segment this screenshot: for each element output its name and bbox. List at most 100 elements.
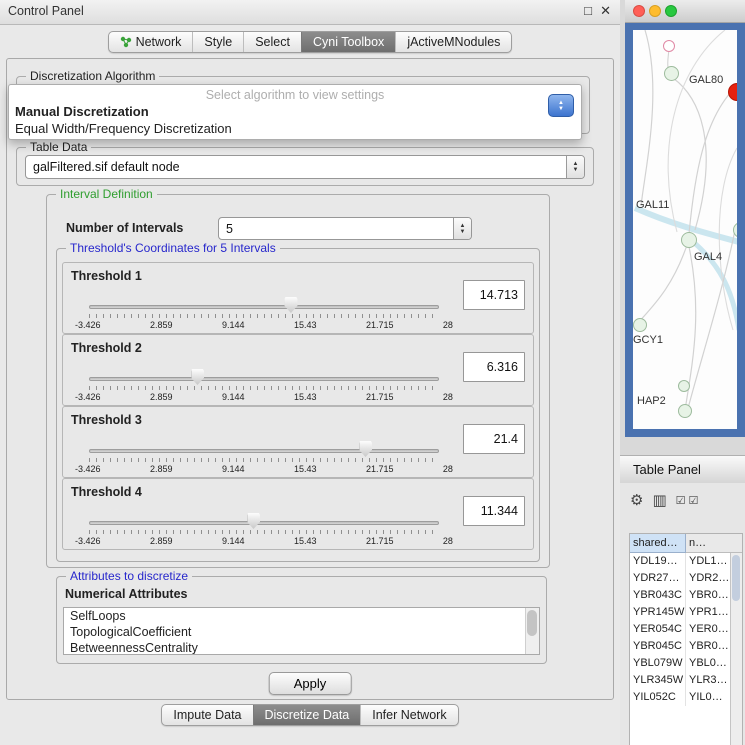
table-data-stepper[interactable]: ▲ ▼ [566,156,584,178]
table-scrollbar[interactable] [730,553,742,745]
scale-label: 21.715 [366,320,394,330]
scale-label: -3.426 [75,464,101,474]
tab-jactivemnodules[interactable]: jActiveMNodules [395,32,511,52]
threshold-2-slider-thumb[interactable] [191,369,204,385]
threshold-1-slider[interactable]: -3.426 2.859 9.144 15.43 21.715 28 [89,305,439,309]
numerical-attributes-label: Numerical Attributes [65,587,187,601]
threshold-4-value-field[interactable] [463,496,525,526]
tab-impute-data[interactable]: Impute Data [162,705,252,725]
cell[interactable]: YBR045C [630,638,686,655]
threshold-1-slider-thumb[interactable] [284,297,297,313]
network-node[interactable] [678,380,690,392]
scale-label: 15.43 [294,320,317,330]
slider-track[interactable] [89,377,439,381]
tab-select-label: Select [255,35,290,49]
threshold-3-slider-thumb[interactable] [359,441,372,457]
attributes-scrollbar[interactable] [525,608,539,654]
list-item[interactable]: BetweennessCentrality [64,640,539,655]
network-node-gal80[interactable] [664,66,679,81]
node-label: GCY1 [633,334,663,346]
threshold-3-value-field[interactable] [463,424,525,454]
threshold-3-slider[interactable]: -3.426 2.859 9.144 15.43 21.715 28 [89,449,439,453]
table-row[interactable]: YDR27… YDR2… [630,570,742,587]
close-traffic-light-icon[interactable] [633,5,645,17]
algorithm-option-manual-discretization[interactable]: Manual Discretization [9,104,581,119]
threshold-1-panel: Threshold 1 -3.426 2.859 9.144 15.43 21.… [62,262,534,334]
list-item[interactable]: SelfLoops [64,608,539,624]
cell[interactable]: YDR27… [630,570,686,587]
slider-track[interactable] [89,449,439,453]
table-data-combo[interactable]: galFiltered.sif default node ▲ ▼ [25,155,585,179]
minimize-traffic-light-icon[interactable] [649,5,661,17]
list-item[interactable]: TopologicalCoefficient [64,624,539,640]
table-row[interactable]: YPR145W YPR1… [630,604,742,621]
cell[interactable]: YBL079W [630,655,686,672]
node-label: HAP2 [637,395,666,407]
slider-track[interactable] [89,305,439,309]
table-row[interactable]: YER054C YER0… [630,621,742,638]
node-label: GAL11 [636,199,669,211]
scale-label: -3.426 [75,392,101,402]
cell[interactable]: YBR043C [630,587,686,604]
number-of-intervals-combo[interactable]: 5 ▲ ▼ [218,217,472,240]
threshold-2-panel: Threshold 2 -3.426 2.859 9.144 15.43 21.… [62,334,534,406]
network-node-gcy1[interactable] [633,318,647,332]
cell[interactable]: YLR345W [630,672,686,689]
scale-label: 15.43 [294,464,317,474]
slider-track[interactable] [89,521,439,525]
table-panel-title: Table Panel [633,462,701,477]
scale-label: 9.144 [222,464,245,474]
tab-discretize-data[interactable]: Discretize Data [253,705,361,725]
table-row[interactable]: YBR043C YBR0… [630,587,742,604]
table-row[interactable]: YIL052C YIL0… [630,689,742,706]
number-of-intervals-stepper[interactable]: ▲ ▼ [453,218,471,239]
network-node[interactable] [663,40,675,52]
control-panel: Control Panel □ ✕ Network Style [0,0,620,745]
cell[interactable]: YPR145W [630,604,686,621]
scale-label: 21.715 [366,392,394,402]
network-node-gal4[interactable] [681,232,697,248]
slider-scale: -3.426 2.859 9.144 15.43 21.715 28 [75,392,453,402]
cell[interactable]: YIL052C [630,689,686,706]
table-row[interactable]: YBR045C YBR0… [630,638,742,655]
tab-cyni-toolbox[interactable]: Cyni Toolbox [301,32,395,52]
tab-style[interactable]: Style [192,32,243,52]
zoom-traffic-light-icon[interactable] [665,5,677,17]
algorithm-option-equal-width-frequency[interactable]: Equal Width/Frequency Discretization [9,121,581,136]
threshold-4-slider-thumb[interactable] [247,513,260,529]
threshold-4-slider[interactable]: -3.426 2.859 9.144 15.43 21.715 28 [89,521,439,525]
network-canvas[interactable]: GAL80 GAL11 GAL4 GCY1 HAP2 [633,30,737,429]
scale-label: 2.859 [150,392,173,402]
float-window-icon[interactable]: □ [584,3,592,18]
table-row[interactable]: YBL079W YBL0… [630,655,742,672]
select-all-checkbox-icon[interactable]: ☑ [676,493,686,509]
threshold-4-label: Threshold 4 [71,485,142,499]
tab-select[interactable]: Select [243,32,301,52]
network-node-hap2[interactable] [678,404,692,418]
tab-network[interactable]: Network [109,32,193,52]
gear-icon[interactable]: ⚙ [630,493,643,509]
tab-infer-network[interactable]: Infer Network [360,705,457,725]
select-none-checkbox-icon[interactable]: ☑ [689,493,699,509]
column-header-name[interactable]: n… [686,534,742,553]
scale-label: 2.859 [150,536,173,546]
table-scrollbar-thumb[interactable] [732,555,740,601]
table-panel-header[interactable]: Table Panel [620,455,745,484]
table-row[interactable]: YDL19… YDL1… [630,553,742,570]
cell[interactable]: YER054C [630,621,686,638]
threshold-1-value-field[interactable] [463,280,525,310]
attributes-group: Attributes to discretize Numerical Attri… [56,576,547,664]
attributes-scrollbar-thumb[interactable] [527,610,537,636]
scale-label: 21.715 [366,536,394,546]
table-row[interactable]: YLR345W YLR3… [630,672,742,689]
close-icon[interactable]: ✕ [600,3,611,19]
cell[interactable]: YDL19… [630,553,686,570]
threshold-2-value-field[interactable] [463,352,525,382]
threshold-4-panel: Threshold 4 -3.426 2.859 9.144 15.43 21.… [62,478,534,550]
columns-icon[interactable]: ▥ [652,493,666,509]
scale-label: 15.43 [294,392,317,402]
apply-button[interactable]: Apply [269,672,352,695]
top-tabbar: Network Style Select Cyni Toolbox jActiv… [0,31,620,53]
column-header-shared-name[interactable]: shared… [630,534,686,553]
threshold-2-slider[interactable]: -3.426 2.859 9.144 15.43 21.715 28 [89,377,439,381]
